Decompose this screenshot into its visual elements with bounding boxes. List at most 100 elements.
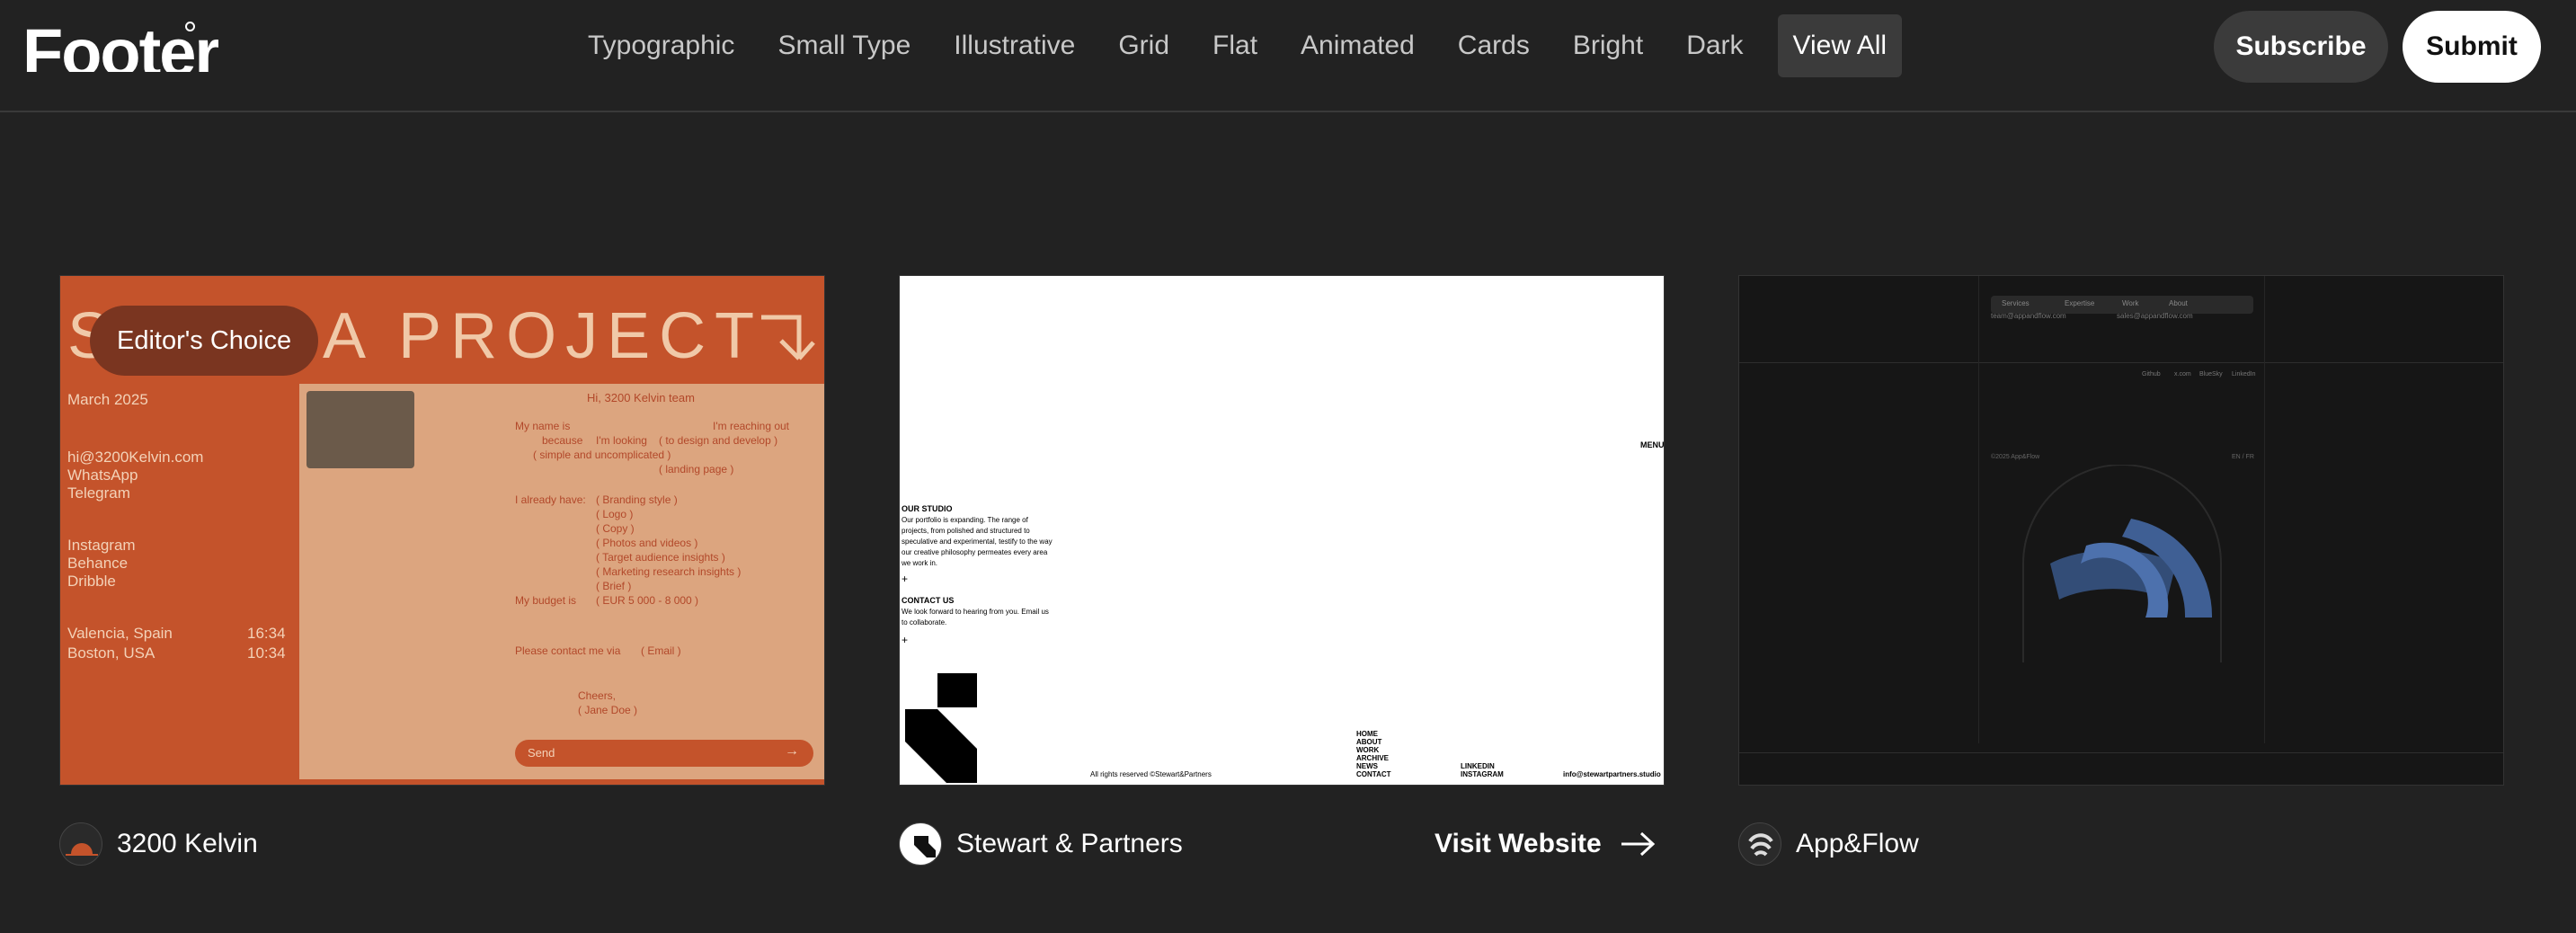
preview-location: Valencia, Spain	[67, 625, 173, 642]
grid-line	[2264, 276, 2265, 743]
preview-contact-text: We look forward to hearing from you. Ema…	[902, 608, 1049, 626]
form-text: ( Photos and videos )	[596, 537, 698, 549]
appflow-logo-graphic	[2022, 465, 2222, 662]
divider	[1739, 752, 2503, 753]
preview-link: ABOUT	[1356, 738, 1382, 746]
card-caption-3200-kelvin[interactable]: 3200 Kelvin	[59, 820, 258, 868]
card-caption-stewart-partners[interactable]: Stewart & Partners	[899, 820, 1183, 868]
preview-email: sales@appandflow.com	[2117, 312, 2193, 320]
preview-link: HOME	[1356, 730, 1378, 738]
preview-rights: All rights reserved ©Stewart&Partners	[1090, 770, 1212, 778]
nav-dark[interactable]: Dark	[1665, 14, 1764, 77]
form-text: My name is	[515, 420, 571, 432]
form-text: I already have:	[515, 493, 586, 506]
card-caption-appflow[interactable]: App&Flow	[1738, 820, 1919, 868]
stewart-logo-icon	[899, 822, 942, 866]
preview-social: Dribble	[67, 573, 116, 590]
top-bar: Footer Typographic Small Type Illustrati…	[0, 0, 2576, 112]
card-title[interactable]: Stewart & Partners	[956, 829, 1183, 859]
form-text: Cheers,	[578, 689, 617, 702]
preview-nav-bar: Services Expertise Work About	[1991, 296, 2253, 314]
preview-social: LinkedIn	[2232, 371, 2256, 378]
form-text: ( Copy )	[596, 522, 635, 535]
plus-icon: +	[902, 634, 909, 646]
preview-menu: MENU	[1640, 440, 1665, 449]
preview-nav-item: About	[2169, 299, 2188, 307]
arrow-right-icon	[1621, 831, 1655, 857]
preview-contact: WhatsApp	[67, 466, 138, 484]
nav-flat[interactable]: Flat	[1191, 14, 1279, 77]
registered-mark-icon	[185, 22, 195, 31]
preview-link: CONTACT	[1356, 770, 1391, 778]
form-text: I'm looking	[596, 434, 647, 447]
form-text: ( Target audience insights )	[596, 551, 725, 564]
preview-location: Boston, USA	[67, 644, 155, 662]
card-preview-stewart-partners[interactable]: MENU OUR STUDIO Our portfolio is expandi…	[899, 275, 1665, 786]
preview-contact: Telegram	[67, 484, 130, 502]
form-text: ( landing page )	[659, 463, 734, 475]
preview-link: ARCHIVE	[1356, 754, 1390, 762]
preview-time: 10:34	[247, 644, 286, 662]
card-title[interactable]: 3200 Kelvin	[117, 829, 258, 859]
arrow-right-icon: →	[785, 743, 799, 759]
preview-social: x.com	[2174, 371, 2191, 378]
form-text: I'm reaching out	[713, 420, 790, 432]
category-nav: Typographic Small Type Illustrative Grid…	[566, 14, 1903, 77]
visit-website-link[interactable]: Visit Website	[1435, 820, 1656, 868]
preview-social: Behance	[67, 555, 129, 572]
preview-nav-item: Expertise	[2065, 299, 2095, 307]
preview-time: 16:34	[247, 625, 286, 642]
form-text: ( Branding style )	[596, 493, 678, 506]
preview-social: BlueSky	[2199, 371, 2223, 378]
form-text: ( Logo )	[596, 508, 634, 520]
submit-button[interactable]: Submit	[2403, 11, 2541, 83]
nav-typographic[interactable]: Typographic	[566, 14, 756, 77]
nav-animated[interactable]: Animated	[1279, 14, 1436, 77]
preview-email: team@appandflow.com	[1991, 312, 2066, 320]
nav-small-type[interactable]: Small Type	[756, 14, 932, 77]
divider	[1739, 362, 2503, 363]
preview-social: Github	[2142, 371, 2161, 378]
send-label: Send	[528, 746, 555, 760]
preview-link: NEWS	[1356, 762, 1378, 770]
form-text: ( EUR 5 000 - 8 000 )	[596, 594, 699, 607]
form-text: ( Brief )	[596, 580, 632, 592]
preview-social: Instagram	[67, 537, 136, 554]
nav-view-all[interactable]: View All	[1777, 14, 1903, 77]
preview-social-link: INSTAGRAM	[1461, 770, 1504, 778]
card-preview-appflow[interactable]: Services Expertise Work About team@appan…	[1738, 275, 2504, 786]
nav-bright[interactable]: Bright	[1551, 14, 1665, 77]
hands-image	[306, 391, 414, 468]
form-text: because	[542, 434, 583, 447]
form-text: My budget is	[515, 594, 577, 607]
nav-illustrative[interactable]: Illustrative	[932, 14, 1097, 77]
arrow-down-right-icon	[761, 315, 815, 360]
appflow-logo-icon	[1738, 822, 1781, 866]
preview-studio-text: Our portfolio is expanding. The range of…	[902, 516, 1053, 567]
form-text: ( to design and develop )	[659, 434, 778, 447]
preview-social-link: LINKEDIN	[1461, 762, 1495, 770]
editors-choice-badge[interactable]: Editor's Choice	[90, 306, 319, 376]
card-title[interactable]: App&Flow	[1796, 829, 1919, 859]
preview-nav-item: Services	[2002, 299, 2030, 307]
preview-date: March 2025	[67, 391, 148, 408]
subscribe-button[interactable]: Subscribe	[2214, 11, 2388, 83]
nav-grid[interactable]: Grid	[1097, 14, 1191, 77]
stewart-logo-mark	[905, 673, 977, 783]
visit-website-label[interactable]: Visit Website	[1435, 829, 1602, 859]
preview-contact-title: CONTACT US	[902, 596, 955, 605]
form-text: ( simple and uncomplicated )	[533, 449, 671, 461]
form-text: ( Marketing research insights )	[596, 565, 742, 578]
preview-lang: EN / FR	[2232, 454, 2254, 460]
preview-headline: A PROJECT	[323, 300, 764, 372]
preview-form-panel: Hi, 3200 Kelvin team My name is I'm reac…	[299, 384, 824, 779]
grid-line	[1978, 276, 1979, 743]
form-text: Please contact me via	[515, 644, 621, 657]
preview-greeting: Hi, 3200 Kelvin team	[587, 391, 695, 404]
form-text: ( Email )	[641, 644, 681, 657]
form-text: ( Jane Doe )	[578, 704, 638, 716]
preview-copyright: ©2025 App&Flow	[1991, 454, 2040, 460]
preview-email: info@stewartpartners.studio	[1563, 770, 1661, 778]
nav-cards[interactable]: Cards	[1436, 14, 1551, 77]
preview-studio-title: OUR STUDIO	[902, 504, 953, 513]
